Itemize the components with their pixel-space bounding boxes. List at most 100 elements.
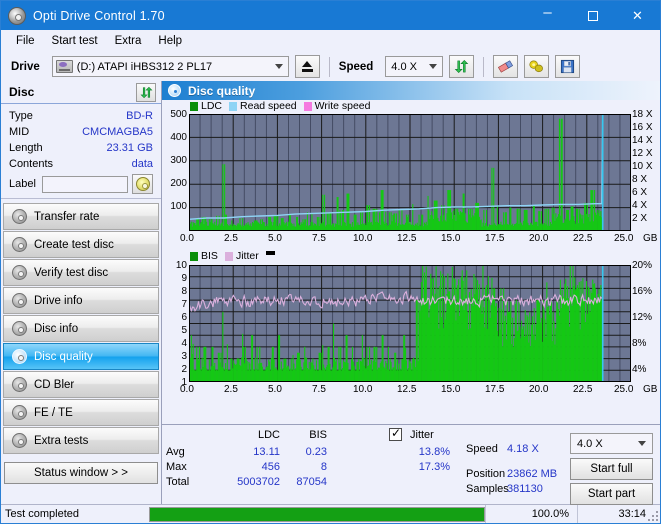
- sidebar-label: Create test disc: [34, 238, 114, 251]
- legend-label-read-speed: Read speed: [240, 100, 297, 112]
- menu-start-test[interactable]: Start test: [45, 33, 105, 49]
- sidebar-item-disc-quality[interactable]: Disc quality: [3, 343, 159, 370]
- ldc-y2tick-18x: 18 X: [632, 109, 653, 120]
- menu-help[interactable]: Help: [151, 33, 189, 49]
- resize-grip[interactable]: [646, 509, 658, 521]
- disc-row-contents: Contents data: [9, 156, 153, 172]
- bis-ytick-5: 5: [181, 325, 187, 336]
- disc-row-length: Length 23.31 GB: [9, 140, 153, 156]
- sidebar-item-transfer-rate[interactable]: Transfer rate: [3, 203, 159, 230]
- bis-xtick-10: 25.0: [614, 384, 634, 395]
- sidebar-item-verify-test-disc[interactable]: Verify test disc: [3, 259, 159, 286]
- disc-label-button[interactable]: [132, 174, 153, 194]
- speed-select-value: 4.0 X: [391, 60, 417, 73]
- progress-percent: 100.0%: [485, 504, 577, 523]
- stats-row-label-avg: Avg: [166, 446, 185, 458]
- stats-row-label-max: Max: [166, 461, 187, 473]
- bis-y2tick-8: 8%: [632, 338, 647, 349]
- bulb-button[interactable]: [524, 55, 550, 78]
- bis-xtick-6: 15.0: [441, 384, 461, 395]
- ldc-y2tick-14x: 14 X: [632, 135, 653, 146]
- ldc-xtick-1: 2.5: [224, 233, 238, 244]
- bis-ytick-4: 4: [181, 338, 187, 349]
- sidebar-label: CD Bler: [34, 378, 75, 391]
- bis-y2tick-12: 12%: [632, 312, 653, 323]
- progress-bar: [149, 506, 485, 522]
- minimize-button[interactable]: –: [525, 1, 570, 30]
- test-speed-select[interactable]: 4.0 X: [570, 433, 653, 454]
- legend-swatch-bis: [190, 251, 198, 261]
- sidebar-item-drive-info[interactable]: Drive info: [3, 287, 159, 314]
- drive-select[interactable]: (D:) ATAPI iHBS312 2 PL17: [51, 56, 289, 77]
- stats-jitter-max: 17.3%: [418, 461, 450, 473]
- speed-label: Speed: [338, 60, 374, 73]
- stats-jitter-avg: 13.8%: [418, 446, 450, 458]
- disc-length-value: 23.31 GB: [106, 142, 153, 154]
- close-button[interactable]: ✕: [615, 1, 660, 30]
- ldc-chart: LDC Read speed Write speed 500 400 300 2…: [162, 100, 660, 250]
- sidebar-nav: Transfer rate Create test disc Verify te…: [1, 199, 161, 454]
- ldc-ytick-100: 100: [170, 201, 187, 212]
- bis-ytick-8: 8: [181, 286, 187, 297]
- sidebar-item-cd-bler[interactable]: CD Bler: [3, 371, 159, 398]
- ldc-xtick-9: 22.5: [573, 233, 593, 244]
- app-window: Opti Drive Control 1.70 – ✕ File Start t…: [0, 0, 661, 524]
- ldc-y2tick-2x: 2 X: [632, 213, 648, 224]
- ldc-y2tick-16x: 16 X: [632, 122, 653, 133]
- stats-bis-max: 8: [320, 461, 327, 473]
- disc-panel-header: Disc: [1, 81, 161, 104]
- bulb-icon: [529, 60, 544, 73]
- start-part-button[interactable]: Start part: [570, 483, 653, 505]
- sidebar-item-create-test-disc[interactable]: Create test disc: [3, 231, 159, 258]
- chevron-down-icon: [274, 64, 283, 69]
- ldc-legend: LDC Read speed Write speed: [190, 100, 375, 112]
- bis-xtick-4: 10.0: [353, 384, 373, 395]
- ldc-ytick-300: 300: [170, 155, 187, 166]
- sidebar-item-extra-tests[interactable]: Extra tests: [3, 427, 159, 454]
- ldc-xtick-7: 17.5: [485, 233, 505, 244]
- ldc-xtick-8: 20.0: [529, 233, 549, 244]
- bis-xtick-1: 2.5: [224, 384, 238, 395]
- ldc-y2tick-12x: 12 X: [632, 148, 653, 159]
- menu-extra[interactable]: Extra: [108, 33, 149, 49]
- stats-position-value: 23862 MB: [507, 468, 558, 480]
- status-window-button[interactable]: Status window > >: [4, 462, 158, 484]
- disc-icon: [12, 265, 27, 280]
- disc-refresh-button[interactable]: [136, 82, 156, 102]
- disc-icon: [12, 405, 27, 420]
- window-title: Opti Drive Control 1.70: [33, 8, 165, 23]
- sidebar-item-disc-info[interactable]: Disc info: [3, 315, 159, 342]
- bis-xtick-2: 5.0: [268, 384, 282, 395]
- bis-xaxis-unit: GB: [643, 384, 658, 395]
- main-panel: Disc quality LDC Read speed Write speed …: [161, 81, 660, 505]
- eject-icon: [302, 61, 313, 68]
- ldc-y2tick-10x: 10 X: [632, 161, 653, 172]
- stats-ldc-max: 456: [261, 461, 280, 473]
- disc-icon: [12, 377, 27, 392]
- ldc-ytick-200: 200: [170, 178, 187, 189]
- eject-button[interactable]: [294, 55, 320, 78]
- jitter-checkbox[interactable]: [389, 426, 402, 441]
- stats-ldc-avg: 13.11: [253, 446, 280, 458]
- sidebar-item-fe-te[interactable]: FE / TE: [3, 399, 159, 426]
- ldc-xaxis-unit: GB: [643, 233, 658, 244]
- drive-label: Drive: [11, 60, 40, 73]
- maximize-button[interactable]: [570, 1, 615, 30]
- status-message: Test completed: [5, 508, 79, 520]
- bis-ytick-3: 3: [181, 351, 187, 362]
- drive-icon: [55, 60, 73, 73]
- speed-select[interactable]: 4.0 X: [385, 56, 444, 77]
- disc-type-label: Type: [9, 110, 33, 122]
- menu-file[interactable]: File: [9, 33, 42, 49]
- disc-label-input[interactable]: [41, 175, 128, 193]
- refresh-drive-button[interactable]: [449, 55, 475, 78]
- stats-bis-total: 87054: [296, 476, 327, 488]
- start-full-button[interactable]: Start full: [570, 458, 653, 480]
- stats-speed-label: Speed: [466, 443, 498, 455]
- toolbar-divider-1: [328, 56, 330, 77]
- disc-label-row: Label: [9, 173, 153, 195]
- erase-button[interactable]: [493, 55, 519, 78]
- save-button[interactable]: [555, 55, 581, 78]
- disc-icon: [12, 293, 27, 308]
- ldc-xtick-4: 10.0: [353, 233, 373, 244]
